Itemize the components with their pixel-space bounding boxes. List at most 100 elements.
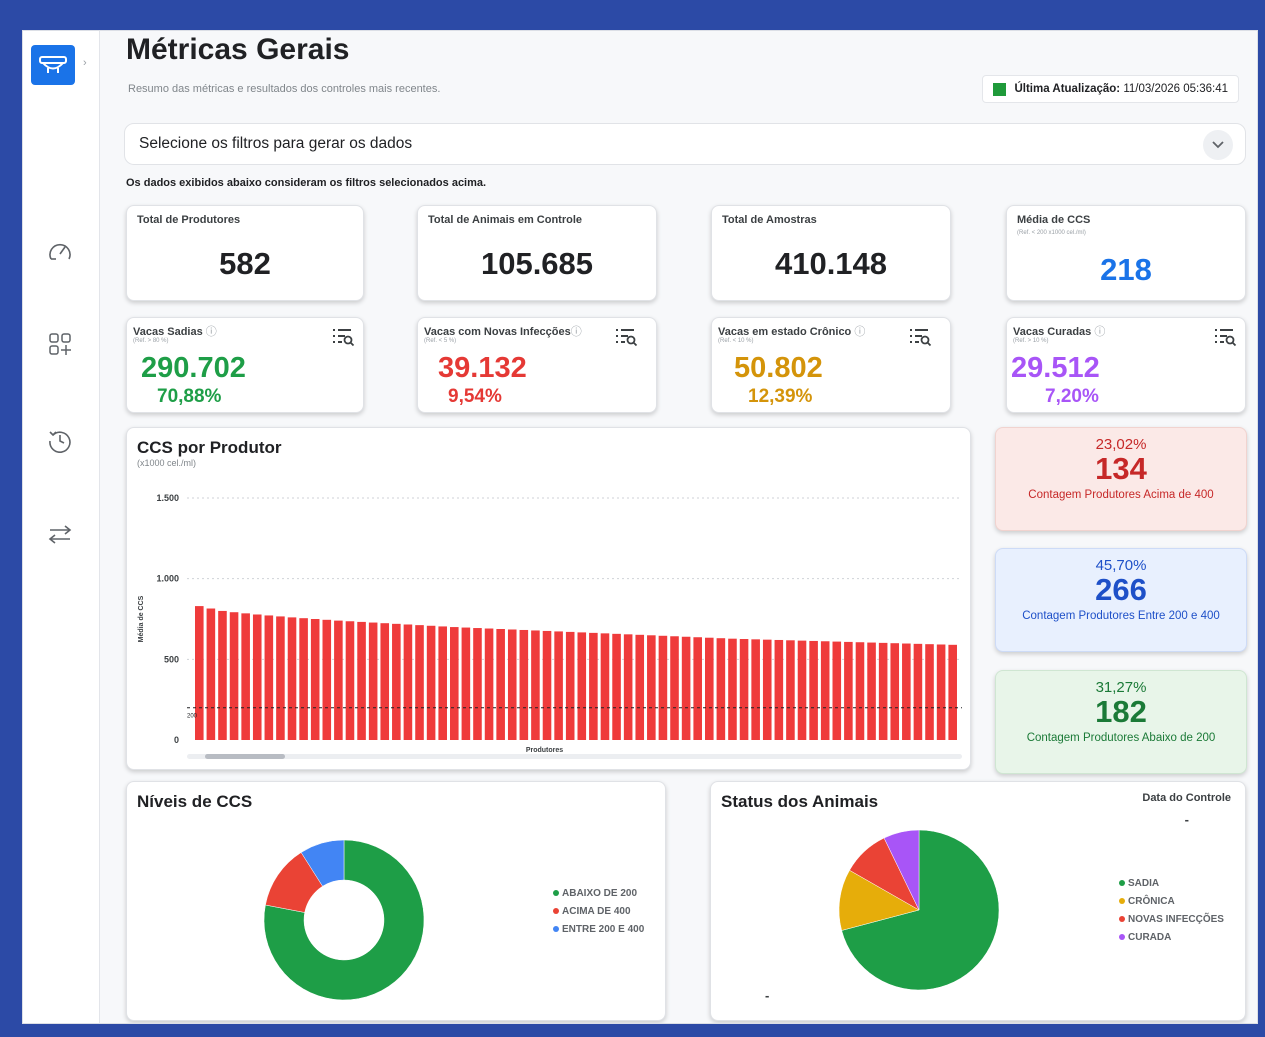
history-icon[interactable]: [45, 425, 75, 455]
bar[interactable]: [218, 610, 227, 740]
chart-scrollbar-thumb[interactable]: [205, 754, 285, 759]
legend-item[interactable]: SADIA: [1119, 874, 1224, 892]
bar[interactable]: [774, 639, 784, 740]
bar[interactable]: [577, 632, 587, 740]
info-icon[interactable]: ⓘ: [571, 326, 582, 338]
bar[interactable]: [925, 644, 934, 740]
info-icon[interactable]: ⓘ: [1094, 326, 1105, 338]
bar[interactable]: [276, 616, 285, 740]
bar[interactable]: [728, 638, 737, 740]
status-indicator-icon: [993, 82, 1007, 96]
chevron-down-icon[interactable]: [1203, 130, 1233, 160]
legend-dot-icon: [1119, 880, 1125, 886]
bar[interactable]: [693, 637, 702, 740]
bar[interactable]: [426, 625, 436, 740]
bar[interactable]: [415, 625, 424, 740]
bar[interactable]: [206, 608, 216, 740]
bar-chart-plot: 0 500 1.000 1.500 Média de CCS 200 Produtores: [138, 493, 962, 754]
legend-item[interactable]: CRÔNICA: [1119, 892, 1224, 910]
bar[interactable]: [855, 642, 865, 740]
bar[interactable]: [380, 623, 390, 740]
bar[interactable]: [507, 629, 517, 740]
reference-line-label: 200: [187, 714, 198, 720]
bar[interactable]: [635, 634, 645, 740]
health-card-healthy: Vacas Sadias ⓘ (Ref. > 80 %) 290.702 70,…: [126, 317, 364, 413]
sidebar-expand-icon[interactable]: ›: [83, 57, 87, 69]
bar[interactable]: [751, 639, 760, 740]
bar[interactable]: [461, 627, 471, 740]
bar[interactable]: [531, 630, 540, 740]
bar[interactable]: [832, 641, 842, 740]
bar[interactable]: [739, 639, 749, 740]
legend-item[interactable]: ENTRE 200 E 400: [553, 920, 644, 938]
bar[interactable]: [368, 622, 378, 740]
list-search-icon[interactable]: [1213, 326, 1237, 348]
app-logo-button[interactable]: [31, 45, 75, 85]
legend-item[interactable]: CURADA: [1119, 928, 1224, 946]
list-search-icon[interactable]: [614, 326, 638, 348]
info-icon[interactable]: ⓘ: [854, 326, 865, 338]
bar[interactable]: [612, 633, 621, 740]
bar[interactable]: [867, 642, 876, 740]
bar[interactable]: [450, 627, 459, 740]
bar[interactable]: [913, 643, 923, 740]
bar[interactable]: [623, 634, 633, 740]
health-pct: 12,39%: [748, 386, 813, 407]
bar[interactable]: [299, 618, 308, 740]
bar[interactable]: [565, 631, 575, 740]
legend-item[interactable]: ACIMA DE 400: [553, 902, 644, 920]
bar[interactable]: [264, 615, 274, 740]
bar[interactable]: [392, 623, 401, 740]
bar[interactable]: [496, 629, 505, 740]
bar[interactable]: [762, 639, 772, 740]
bar[interactable]: [705, 637, 714, 740]
bar[interactable]: [241, 613, 250, 740]
legend-item[interactable]: NOVAS INFECÇÕES: [1119, 910, 1224, 928]
chart-scrollbar[interactable]: [187, 754, 962, 759]
bar[interactable]: [322, 619, 332, 740]
speedometer-icon[interactable]: [45, 237, 75, 267]
bar[interactable]: [554, 631, 563, 740]
bar[interactable]: [519, 629, 529, 740]
bar[interactable]: [647, 635, 656, 740]
bar[interactable]: [681, 636, 691, 740]
health-value: 29.512: [1011, 352, 1100, 384]
bar[interactable]: [600, 633, 610, 740]
bar[interactable]: [844, 641, 853, 740]
bar[interactable]: [948, 644, 957, 740]
bar[interactable]: [334, 620, 343, 740]
bar[interactable]: [890, 643, 900, 740]
bar[interactable]: [252, 614, 262, 740]
bar[interactable]: [542, 630, 552, 740]
bar[interactable]: [809, 640, 818, 740]
bar[interactable]: [936, 644, 946, 740]
bar[interactable]: [438, 626, 447, 740]
list-search-icon[interactable]: [908, 326, 932, 348]
bar[interactable]: [716, 638, 726, 740]
legend-item[interactable]: ABAIXO DE 200: [553, 884, 644, 902]
bar[interactable]: [229, 612, 239, 740]
bar[interactable]: [345, 621, 355, 740]
swap-arrows-icon[interactable]: [45, 519, 75, 549]
bar[interactable]: [589, 632, 598, 740]
bar[interactable]: [195, 606, 204, 740]
apps-add-icon[interactable]: [45, 329, 75, 359]
ccs-levels-legend: ABAIXO DE 200 ACIMA DE 400 ENTRE 200 E 4…: [553, 884, 644, 938]
bar[interactable]: [902, 643, 911, 740]
bar[interactable]: [658, 635, 668, 740]
list-search-icon[interactable]: [331, 326, 355, 348]
bar[interactable]: [670, 636, 679, 740]
info-icon[interactable]: ⓘ: [206, 326, 217, 338]
bar[interactable]: [473, 628, 482, 740]
ccs-levels-card: Níveis de CCS ABAIXO DE 200 ACIMA DE 400…: [126, 781, 666, 1021]
bar[interactable]: [484, 628, 494, 740]
bar[interactable]: [310, 619, 320, 740]
bar[interactable]: [797, 640, 807, 740]
filter-dropdown[interactable]: Selecione os filtros para gerar os dados: [124, 123, 1246, 165]
bar[interactable]: [878, 642, 888, 740]
bar[interactable]: [820, 641, 830, 740]
bar[interactable]: [403, 624, 413, 740]
bar[interactable]: [357, 621, 366, 740]
bar[interactable]: [786, 640, 795, 740]
bar[interactable]: [287, 617, 297, 740]
